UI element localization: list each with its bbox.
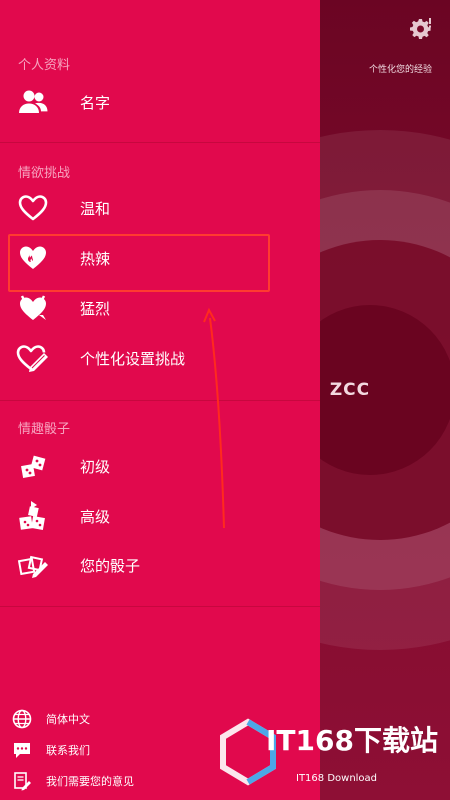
drawer-item-label: 您的骰子 [80,556,141,575]
watermark-subtext: IT168 Download [296,773,378,784]
drawer-item-mild[interactable]: 温和 [0,186,320,230]
section-title-dice: 情趣骰子 [18,422,71,437]
footer-item-label: 我们需要您的意见 [46,775,134,788]
drawer-item-label: 高级 [80,507,111,526]
highlight-annotation-box [8,234,270,292]
drawer-item-intense[interactable]: 猛烈 [0,286,320,330]
divider [0,606,320,607]
gear-icon [410,18,431,39]
navigation-drawer: 个人资料 名字 情欲挑战 温和 热辣 猛烈 个性化设置挑战 情趣骰子 初级 高级… [0,0,320,800]
personalize-experience-label[interactable]: 个性化您的经验 [369,62,432,75]
drawer-item-label: 初级 [80,457,111,476]
dice-custom-icon [16,548,50,582]
section-title-profile: 个人资料 [18,58,71,73]
dice-advanced-icon [16,499,50,533]
heart-pencil-icon [16,341,50,375]
drawer-item-label: 名字 [80,93,111,112]
drawer-item-dice-advanced[interactable]: 高级 [0,494,320,538]
drawer-item-custom-challenge[interactable]: 个性化设置挑战 [0,336,320,380]
divider [0,142,320,143]
drawer-item-dice-custom[interactable]: 您的骰子 [0,543,320,587]
watermark-logo: IT168下载站 IT168 Download [218,715,448,793]
drawer-item-label: 猛烈 [80,299,111,318]
heart-devil-icon [16,291,50,325]
chat-icon [12,740,32,760]
footer-item-label: 简体中文 [46,713,90,726]
heart-outline-icon [16,191,50,225]
drawer-item-dice-basic[interactable]: 初级 [0,444,320,488]
section-title-challenges: 情欲挑战 [18,166,71,181]
user-initials: ZCC [329,380,371,400]
drawer-item-label: 温和 [80,199,111,218]
dice-basic-icon [16,449,50,483]
drawer-item-name[interactable]: 名字 [0,80,320,124]
feedback-icon [12,771,32,791]
divider [0,400,320,401]
people-icon [16,85,50,119]
watermark-text: IT168下载站 [266,724,438,757]
settings-button[interactable] [408,16,434,42]
drawer-item-label: 个性化设置挑战 [80,349,186,368]
globe-icon [12,709,32,729]
footer-item-label: 联系我们 [46,744,90,757]
